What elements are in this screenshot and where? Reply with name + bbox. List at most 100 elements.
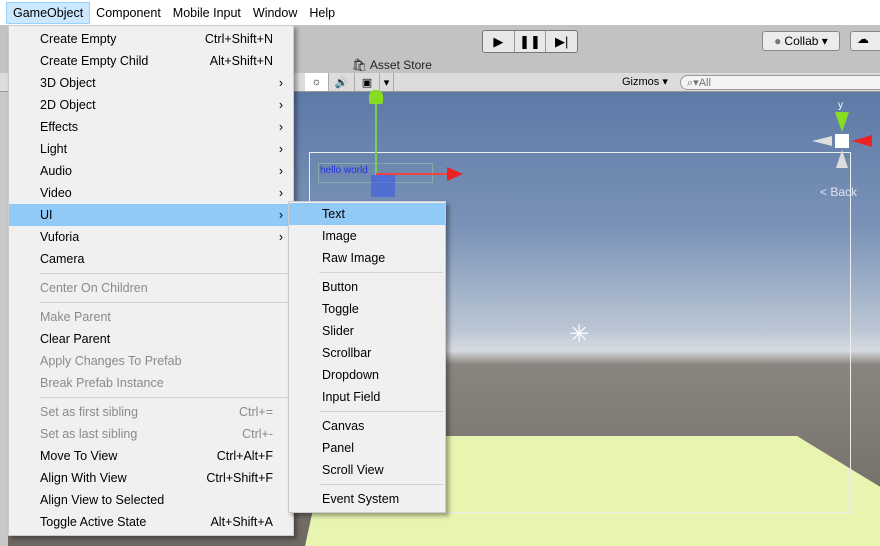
- chevron-right-icon: ›: [278, 230, 283, 244]
- axis-y-cone[interactable]: [835, 112, 849, 132]
- cloud-button[interactable]: ☁: [850, 31, 880, 51]
- menu-separator: [39, 397, 291, 398]
- menu-mobile-input[interactable]: Mobile Input: [167, 3, 247, 23]
- tab-asset-store[interactable]: 🛍 Asset Store: [352, 58, 432, 72]
- menu-item-camera[interactable]: Camera: [9, 248, 293, 270]
- move-gizmo-plane-handle[interactable]: [371, 175, 395, 197]
- shortcut-label: Alt+Shift+A: [210, 515, 273, 529]
- menu-item-create-empty[interactable]: Create Empty Ctrl+Shift+N: [9, 28, 293, 50]
- menu-item-raw-image[interactable]: Raw Image: [289, 247, 445, 269]
- menu-item-3d-object[interactable]: 3D Object ›: [9, 72, 293, 94]
- menu-item-label: Effects: [40, 120, 78, 134]
- lighting-toggle-icon[interactable]: ☼: [305, 73, 329, 91]
- menu-item-label: 3D Object: [40, 76, 96, 90]
- menu-item-label: Scrollbar: [322, 346, 372, 360]
- menu-help[interactable]: Help: [303, 3, 341, 23]
- menu-item-image[interactable]: Image: [289, 225, 445, 247]
- pause-button[interactable]: ❚❚: [515, 31, 547, 52]
- menu-item-canvas[interactable]: Canvas: [289, 415, 445, 437]
- audio-toggle-icon[interactable]: 🔊: [329, 73, 355, 91]
- menu-item-dropdown[interactable]: Dropdown: [289, 364, 445, 386]
- menu-item-label: Move To View: [40, 449, 118, 463]
- menu-item-2d-object[interactable]: 2D Object ›: [9, 94, 293, 116]
- menu-item-scrollbar[interactable]: Scrollbar: [289, 342, 445, 364]
- menu-item-label: Break Prefab Instance: [40, 376, 164, 390]
- axis-neg-x-cone[interactable]: [812, 136, 832, 146]
- hierarchy-panel-edge: [0, 92, 8, 546]
- menu-item-toggle-active-state[interactable]: Toggle Active State Alt+Shift+A: [9, 511, 293, 533]
- menu-item-break-prefab-instance[interactable]: Break Prefab Instance: [9, 372, 293, 394]
- menu-item-label: 2D Object: [40, 98, 96, 112]
- menu-item-label: Center On Children: [40, 281, 148, 295]
- menu-item-label: Button: [322, 280, 359, 294]
- menu-item-button[interactable]: Button: [289, 276, 445, 298]
- image-effects-icon[interactable]: ▣: [355, 73, 380, 91]
- effects-dropdown[interactable]: ▾: [380, 73, 394, 91]
- back-label[interactable]: < Back: [820, 185, 857, 199]
- menu-item-event-system[interactable]: Event System: [289, 488, 445, 510]
- menu-item-clear-parent[interactable]: Clear Parent: [9, 328, 293, 350]
- menu-item-center-on-children[interactable]: Center On Children: [9, 277, 293, 299]
- axis-center-cube[interactable]: [835, 134, 849, 148]
- menu-bar: GameObject Component Mobile Input Window Hel…: [0, 0, 880, 25]
- chevron-right-icon: ›: [278, 120, 283, 134]
- menu-item-label: Toggle Active State: [40, 515, 147, 529]
- chevron-right-icon: ›: [278, 76, 283, 90]
- chevron-right-icon: ›: [278, 164, 283, 178]
- step-button[interactable]: ▶|: [546, 31, 577, 52]
- menu-item-audio[interactable]: Audio ›: [9, 160, 293, 182]
- axis-neg-y-cone[interactable]: [836, 150, 848, 168]
- menu-item-scroll-view[interactable]: Scroll View: [289, 459, 445, 481]
- menu-item-make-parent[interactable]: Make Parent: [9, 306, 293, 328]
- menu-item-align-view-to-selected[interactable]: Align View to Selected: [9, 489, 293, 511]
- menu-item-set-as-first-sibling[interactable]: Set as first sibling Ctrl+=: [9, 401, 293, 423]
- ui-submenu: Text Image Raw Image Button Toggle Slider Scro…: [288, 201, 446, 513]
- menu-item-label: Vuforia: [40, 230, 80, 244]
- menu-item-text[interactable]: Text: [289, 203, 445, 225]
- menu-item-align-with-view[interactable]: Align With View Ctrl+Shift+F: [9, 467, 293, 489]
- shortcut-label: Ctrl+-: [242, 427, 273, 441]
- search-icon: ⌕▾: [687, 77, 699, 89]
- menu-item-create-empty-child[interactable]: Create Empty Child Alt+Shift+N: [9, 50, 293, 72]
- scene-orientation-gizmo[interactable]: y: [812, 100, 880, 170]
- shortcut-label: Alt+Shift+N: [209, 54, 273, 68]
- playback-controls: ▶ ❚❚ ▶|: [482, 30, 578, 53]
- menu-item-label: Slider: [322, 324, 354, 338]
- menu-item-toggle[interactable]: Toggle: [289, 298, 445, 320]
- axis-x-cone[interactable]: [852, 135, 872, 147]
- menu-item-ui[interactable]: UI ›: [9, 204, 293, 226]
- menu-item-panel[interactable]: Panel: [289, 437, 445, 459]
- menu-item-move-to-view[interactable]: Move To View Ctrl+Alt+F: [9, 445, 293, 467]
- menu-item-light[interactable]: Light ›: [9, 138, 293, 160]
- menu-item-video[interactable]: Video ›: [9, 182, 293, 204]
- collab-button[interactable]: ● Collab ▾: [762, 31, 840, 51]
- menu-gameobject[interactable]: GameObject: [6, 1, 91, 24]
- gizmos-dropdown[interactable]: Gizmos ▾: [622, 75, 668, 88]
- menu-item-set-as-last-sibling[interactable]: Set as last sibling Ctrl+-: [9, 423, 293, 445]
- menu-item-label: Light: [40, 142, 68, 156]
- menu-item-label: Clear Parent: [40, 332, 111, 346]
- menu-item-vuforia[interactable]: Vuforia ›: [9, 226, 293, 248]
- menu-item-label: Event System: [322, 492, 400, 506]
- move-gizmo-y-handle[interactable]: [369, 90, 383, 104]
- menu-item-label: Raw Image: [322, 251, 386, 265]
- shortcut-label: Ctrl+=: [238, 405, 273, 419]
- menu-window[interactable]: Window: [247, 3, 303, 23]
- menu-component[interactable]: Component: [90, 3, 167, 23]
- menu-item-label: Input Field: [322, 390, 381, 404]
- light-gizmo-icon: ✳: [569, 321, 590, 348]
- menu-item-input-field[interactable]: Input Field: [289, 386, 445, 408]
- menu-item-label: Text: [322, 207, 345, 221]
- move-gizmo-x-handle[interactable]: [447, 167, 463, 181]
- play-button[interactable]: ▶: [483, 31, 515, 52]
- menu-item-label: Canvas: [322, 419, 365, 433]
- cloud-icon: ☁: [857, 32, 869, 46]
- menu-item-effects[interactable]: Effects ›: [9, 116, 293, 138]
- menu-item-slider[interactable]: Slider: [289, 320, 445, 342]
- menu-item-apply-changes-to-prefab[interactable]: Apply Changes To Prefab: [9, 350, 293, 372]
- menu-item-label: Audio: [40, 164, 72, 178]
- scene-search-input[interactable]: ⌕▾All: [680, 75, 880, 90]
- check-icon: ●: [774, 34, 782, 48]
- axis-y-label: y: [838, 100, 843, 111]
- move-gizmo-y-axis[interactable]: [375, 100, 377, 175]
